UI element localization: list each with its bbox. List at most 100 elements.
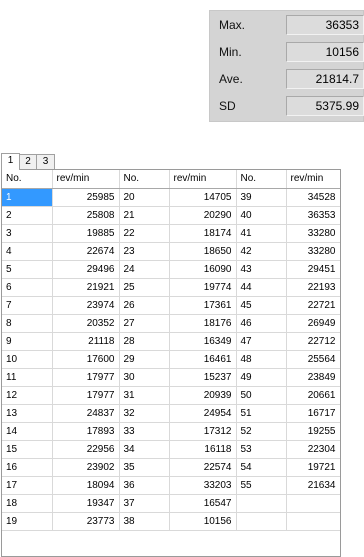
index-cell[interactable]: 4 (2, 242, 53, 261)
index-cell[interactable]: 9 (2, 332, 53, 351)
index-cell[interactable]: 45 (236, 296, 287, 315)
index-cell[interactable]: 18 (2, 494, 53, 513)
index-cell[interactable]: 53 (236, 440, 287, 459)
rev-min-cell[interactable]: 22721 (286, 296, 340, 315)
rev-min-cell[interactable]: 18176 (169, 314, 237, 333)
index-cell[interactable]: 10 (2, 350, 53, 369)
index-cell[interactable]: 11 (2, 368, 53, 387)
rev-min-cell[interactable]: 17977 (52, 386, 120, 405)
index-cell[interactable]: 51 (236, 404, 287, 423)
index-cell[interactable]: 23 (119, 242, 170, 261)
index-cell[interactable]: 38 (119, 512, 170, 531)
rev-min-cell[interactable]: 23902 (52, 458, 120, 477)
index-cell[interactable]: 16 (2, 458, 53, 477)
rev-min-cell[interactable]: 17312 (169, 422, 237, 441)
rev-min-cell[interactable]: 15237 (169, 368, 237, 387)
rev-min-cell[interactable]: 21921 (52, 278, 120, 297)
rev-min-cell[interactable]: 16547 (169, 494, 237, 513)
column-header[interactable]: rev/min (286, 170, 340, 189)
rev-min-cell[interactable]: 22712 (286, 332, 340, 351)
index-cell[interactable]: 33 (119, 422, 170, 441)
rev-min-cell[interactable]: 20352 (52, 314, 120, 333)
index-cell[interactable]: 20 (119, 188, 170, 207)
rev-min-cell[interactable]: 22304 (286, 440, 340, 459)
index-cell[interactable]: 8 (2, 314, 53, 333)
rev-min-cell[interactable]: 20661 (286, 386, 340, 405)
index-cell[interactable]: 39 (236, 188, 287, 207)
rev-min-cell[interactable]: 17893 (52, 422, 120, 441)
rev-min-cell[interactable]: 19774 (169, 278, 237, 297)
index-cell[interactable]: 13 (2, 404, 53, 423)
index-cell[interactable]: 21 (119, 206, 170, 225)
index-cell[interactable]: 7 (2, 296, 53, 315)
rev-min-cell[interactable]: 20939 (169, 386, 237, 405)
tab-3[interactable]: 3 (36, 154, 55, 169)
rev-min-cell[interactable]: 29496 (52, 260, 120, 279)
index-cell[interactable]: 14 (2, 422, 53, 441)
rev-min-cell[interactable]: 18174 (169, 224, 237, 243)
index-cell[interactable]: 2 (2, 206, 53, 225)
rev-min-cell[interactable]: 16461 (169, 350, 237, 369)
rev-min-cell[interactable]: 16090 (169, 260, 237, 279)
index-cell[interactable]: 6 (2, 278, 53, 297)
index-cell[interactable]: 3 (2, 224, 53, 243)
rev-min-cell[interactable]: 19885 (52, 224, 120, 243)
tab-1[interactable]: 1 (1, 153, 20, 170)
rev-min-cell[interactable]: 21118 (52, 332, 120, 351)
index-cell[interactable]: 50 (236, 386, 287, 405)
index-cell[interactable]: 37 (119, 494, 170, 513)
rev-min-cell[interactable]: 14705 (169, 188, 237, 207)
tab-2[interactable]: 2 (19, 154, 37, 169)
rev-min-cell[interactable]: 24954 (169, 404, 237, 423)
index-cell[interactable]: 25 (119, 278, 170, 297)
rev-min-cell[interactable]: 21634 (286, 476, 340, 495)
rev-min-cell[interactable]: 24837 (52, 404, 120, 423)
rev-min-cell[interactable]: 18650 (169, 242, 237, 261)
index-cell[interactable]: 54 (236, 458, 287, 477)
index-cell[interactable]: 22 (119, 224, 170, 243)
index-cell[interactable]: 46 (236, 314, 287, 333)
index-cell[interactable]: 15 (2, 440, 53, 459)
index-cell[interactable]: 40 (236, 206, 287, 225)
rev-min-cell[interactable]: 23974 (52, 296, 120, 315)
rev-min-cell[interactable]: 29451 (286, 260, 340, 279)
index-cell[interactable]: 43 (236, 260, 287, 279)
index-cell[interactable]: 24 (119, 260, 170, 279)
rev-min-cell[interactable]: 22193 (286, 278, 340, 297)
index-cell[interactable]: 26 (119, 296, 170, 315)
index-cell[interactable]: 47 (236, 332, 287, 351)
column-header[interactable]: No. (2, 170, 53, 189)
rev-min-cell[interactable]: 19721 (286, 458, 340, 477)
index-cell[interactable]: 27 (119, 314, 170, 333)
index-cell[interactable]: 12 (2, 386, 53, 405)
rev-min-cell[interactable]: 18094 (52, 476, 120, 495)
index-cell[interactable] (236, 512, 287, 531)
index-cell[interactable]: 34 (119, 440, 170, 459)
rev-min-cell[interactable]: 34528 (286, 188, 340, 207)
rev-min-cell[interactable]: 23849 (286, 368, 340, 387)
rev-min-cell[interactable]: 33280 (286, 242, 340, 261)
index-cell[interactable]: 42 (236, 242, 287, 261)
index-cell[interactable]: 55 (236, 476, 287, 495)
column-header[interactable]: No. (236, 170, 287, 189)
index-cell[interactable]: 49 (236, 368, 287, 387)
rev-min-cell[interactable]: 33203 (169, 476, 237, 495)
rev-min-cell[interactable]: 22574 (169, 458, 237, 477)
index-cell[interactable]: 41 (236, 224, 287, 243)
rev-min-cell[interactable]: 20290 (169, 206, 237, 225)
index-cell[interactable]: 32 (119, 404, 170, 423)
rev-min-cell[interactable]: 23773 (52, 512, 120, 531)
rev-min-cell[interactable] (286, 512, 340, 531)
index-cell[interactable]: 5 (2, 260, 53, 279)
rev-min-cell[interactable]: 17977 (52, 368, 120, 387)
rev-min-cell[interactable]: 19255 (286, 422, 340, 441)
index-cell[interactable]: 17 (2, 476, 53, 495)
rev-min-cell[interactable]: 25985 (52, 188, 120, 207)
index-cell[interactable]: 48 (236, 350, 287, 369)
rev-min-cell[interactable]: 33280 (286, 224, 340, 243)
rev-min-cell[interactable]: 17361 (169, 296, 237, 315)
rev-min-cell[interactable]: 22674 (52, 242, 120, 261)
rev-min-cell[interactable]: 16349 (169, 332, 237, 351)
index-cell[interactable]: 1 (2, 188, 53, 207)
rev-min-cell[interactable]: 19347 (52, 494, 120, 513)
